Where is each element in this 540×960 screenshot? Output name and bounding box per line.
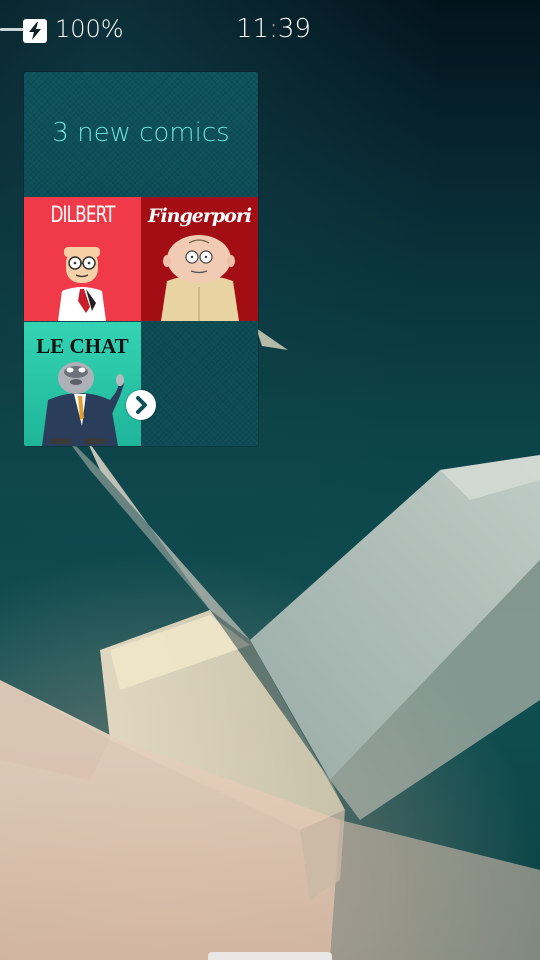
- comic-tile-fingerpori[interactable]: Fingerpori: [141, 197, 258, 321]
- home-handle[interactable]: [208, 952, 332, 960]
- status-bar: 100% 11:39: [0, 0, 540, 60]
- chevron-right-icon: [136, 396, 147, 414]
- cover-title: 3 new comics: [52, 118, 230, 148]
- next-comic-button[interactable]: [126, 390, 156, 420]
- clock: 11:39: [236, 14, 311, 44]
- fingerpori-title: Fingerpori: [147, 205, 252, 227]
- charger-cable-icon: [0, 28, 24, 31]
- comics-cover[interactable]: 3 new comics DILBERT Fingerpori LE CHAT: [24, 72, 258, 446]
- comic-tile-dilbert[interactable]: DILBERT: [24, 197, 141, 321]
- lock-screen: 100% 11:39 3 new comics DILBERT Fingerpo…: [0, 0, 540, 960]
- dilbert-title: DILBERT: [50, 203, 115, 228]
- charging-bolt-icon: [23, 19, 47, 43]
- comic-tile-le-chat[interactable]: LE CHAT: [24, 322, 141, 446]
- le-chat-title: LE CHAT: [36, 334, 129, 358]
- battery-percent: 100%: [55, 15, 124, 43]
